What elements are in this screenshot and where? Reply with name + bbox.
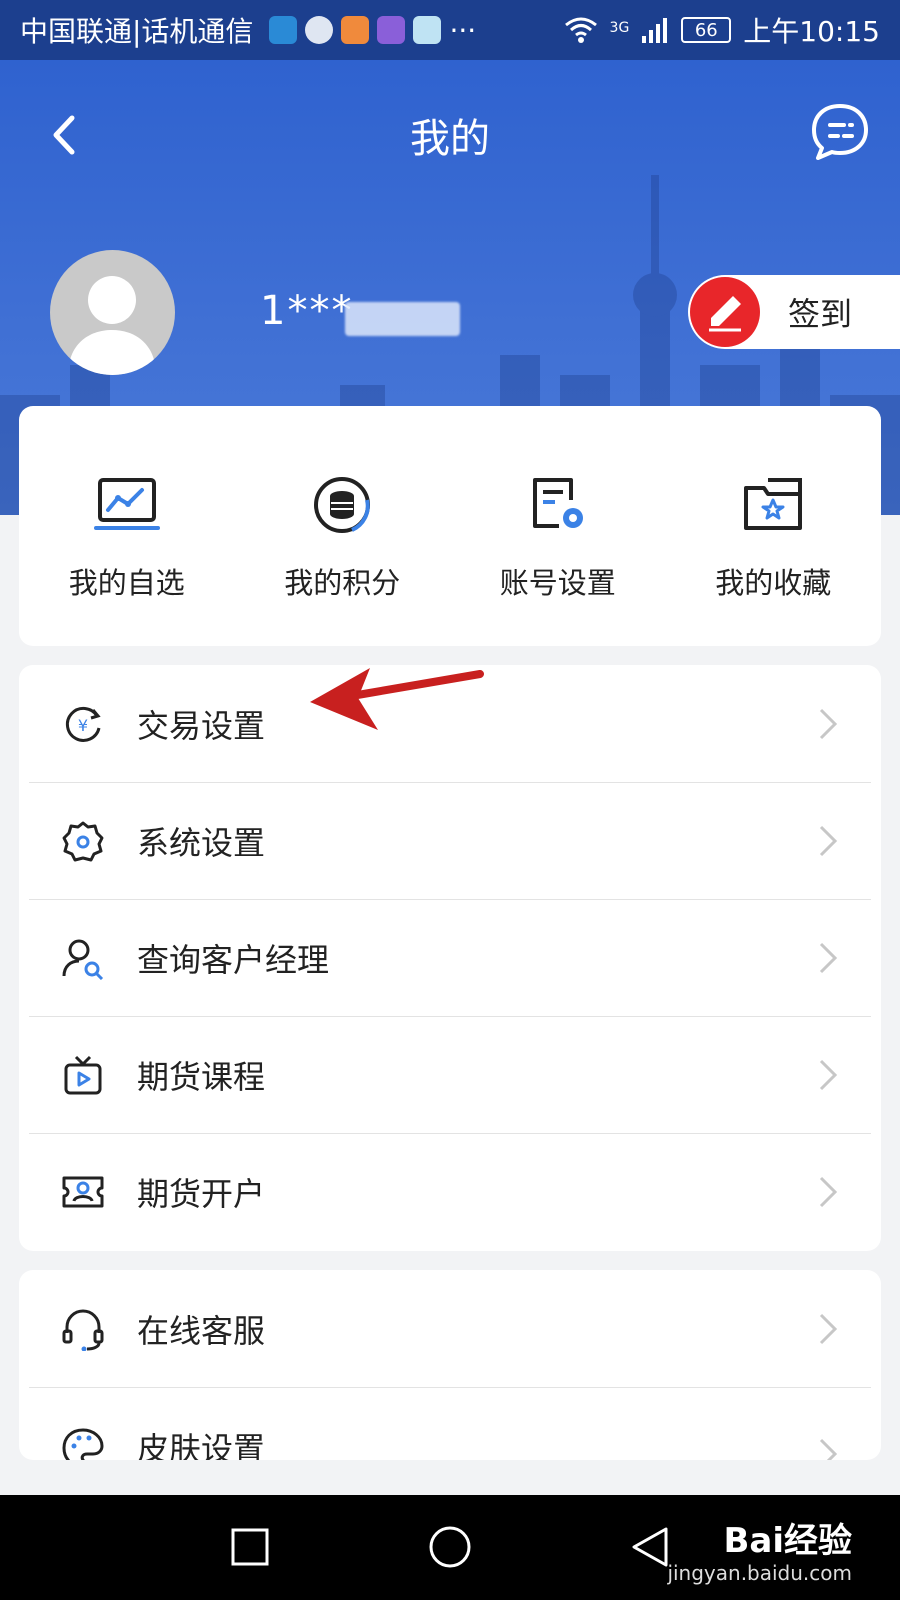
shortcut-account-settings[interactable]: 账号设置 <box>458 470 658 602</box>
gear-icon <box>62 821 104 861</box>
chevron-right-icon <box>819 942 838 973</box>
shortcut-favorites[interactable]: 我的收藏 <box>673 470 873 602</box>
message-icon[interactable] <box>808 100 872 164</box>
chevron-right-icon <box>819 1438 838 1460</box>
settings-menu-card: ¥ 交易设置 系统设置 查询客户经理 期货课程 期货开户 <box>19 665 881 1251</box>
menu-item-futures-course[interactable]: 期货课程 <box>19 1016 881 1133</box>
shortcut-label: 我的积分 <box>284 566 401 600</box>
checkin-button[interactable]: 签到 <box>688 275 900 349</box>
username: 1*** <box>260 288 354 334</box>
pencil-icon <box>690 277 760 347</box>
menu-item-account-manager[interactable]: 查询客户经理 <box>19 899 881 1016</box>
annotation-arrow <box>310 668 484 730</box>
nav-bar: 我的 <box>0 60 900 210</box>
svg-text:¥: ¥ <box>78 716 88 735</box>
chat-bubble-icon <box>305 16 334 44</box>
shortcut-points[interactable]: 我的积分 <box>242 470 442 602</box>
favorites-folder-icon <box>744 478 803 530</box>
wifi-icon <box>564 17 597 43</box>
network-type: 3G <box>609 20 630 36</box>
back-arrow-icon[interactable] <box>40 110 90 160</box>
user-search-icon <box>62 939 104 980</box>
menu-item-open-account[interactable]: 期货开户 <box>19 1133 881 1250</box>
home-icon[interactable] <box>428 1525 472 1569</box>
menu-label: 交易设置 <box>137 706 266 745</box>
app-notification-icon <box>413 16 442 44</box>
palette-icon <box>62 1428 104 1460</box>
battery-indicator: 66 <box>681 17 732 43</box>
menu-label: 查询客户经理 <box>137 940 330 979</box>
shortcut-watchlist[interactable]: 我的自选 <box>27 470 227 602</box>
recent-apps-icon[interactable] <box>230 1527 270 1567</box>
clock: 上午10:15 <box>743 15 880 48</box>
profile-section: 1*** 签到 <box>0 250 900 380</box>
shortcut-label: 账号设置 <box>499 566 616 600</box>
status-bar: 中国联通|话机通信 ··· 3G 66 上午10:15 <box>0 0 900 60</box>
menu-label: 期货课程 <box>137 1057 266 1096</box>
menu-label: 在线客服 <box>137 1311 266 1350</box>
yuan-cycle-icon: ¥ <box>65 706 101 742</box>
baidu-watermark-url: jingyan.baidu.com <box>667 1561 852 1585</box>
signal-icon <box>642 18 668 43</box>
username-redacted <box>345 302 460 336</box>
checkin-label: 签到 <box>788 295 853 333</box>
app-notification-icon <box>269 16 298 44</box>
uc-browser-icon <box>341 16 370 44</box>
chevron-right-icon <box>819 1313 838 1344</box>
menu-item-skin-settings[interactable]: 皮肤设置 <box>19 1387 881 1460</box>
chevron-right-icon <box>819 1176 838 1207</box>
default-user-icon <box>68 276 156 375</box>
menu-label: 期货开户 <box>137 1174 266 1213</box>
tv-play-icon <box>64 1055 102 1094</box>
carrier-label: 中国联通|话机通信 <box>20 15 254 48</box>
back-triangle-icon[interactable] <box>630 1525 670 1569</box>
shortcut-label: 我的自选 <box>68 566 185 600</box>
notification-icons: ··· <box>269 14 476 47</box>
shortcut-label: 我的收藏 <box>715 566 832 600</box>
coins-icon <box>314 477 371 533</box>
headset-icon <box>62 1309 104 1351</box>
system-nav-bar: Bai经验 jingyan.baidu.com <box>0 1495 900 1600</box>
app-notification-icon <box>377 16 406 44</box>
baidu-watermark: Bai经验 <box>723 1521 852 1561</box>
chart-monitor-icon <box>93 478 160 530</box>
menu-item-online-service[interactable]: 在线客服 <box>19 1270 881 1387</box>
menu-label: 系统设置 <box>137 823 266 862</box>
shortcut-card: 我的自选 我的积分 账号设置 我的收藏 <box>19 406 881 646</box>
more-notifications: ··· <box>449 13 477 47</box>
chevron-right-icon <box>819 825 838 856</box>
chevron-right-icon <box>819 1059 838 1090</box>
menu-item-system-settings[interactable]: 系统设置 <box>19 782 881 899</box>
id-card-icon <box>62 1176 104 1207</box>
avatar[interactable] <box>50 250 175 375</box>
chevron-right-icon <box>819 708 838 739</box>
support-menu-card: 在线客服 皮肤设置 <box>19 1270 881 1460</box>
account-settings-icon <box>532 478 583 528</box>
menu-label: 皮肤设置 <box>137 1430 266 1460</box>
page-title: 我的 <box>410 116 490 162</box>
